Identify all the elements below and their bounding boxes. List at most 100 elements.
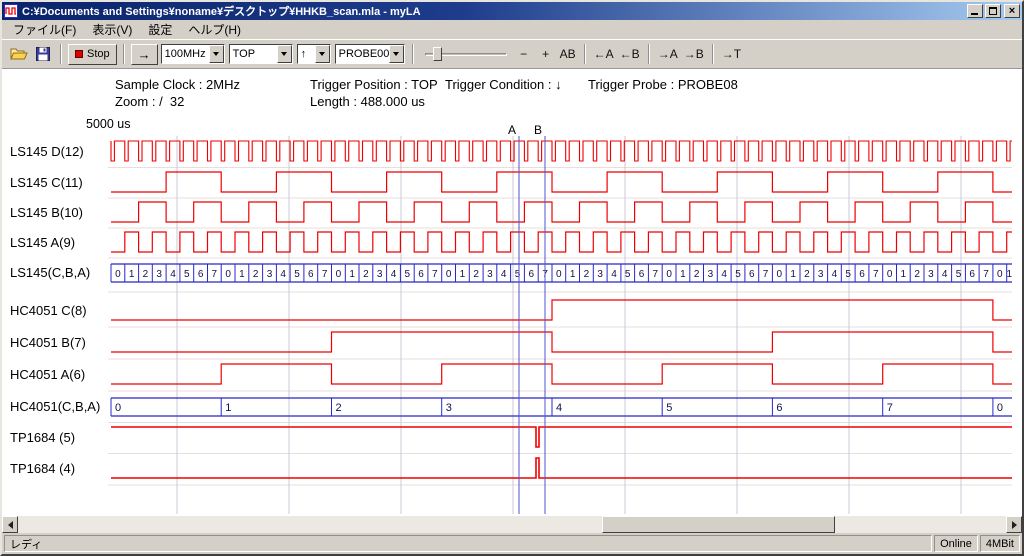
toolbar-separator	[60, 44, 62, 64]
svg-text:0: 0	[336, 269, 342, 280]
trigger-edge-select[interactable]: ↑	[297, 44, 331, 64]
svg-text:1: 1	[225, 402, 231, 414]
chevron-down-icon	[281, 52, 287, 56]
stop-label: Stop	[87, 48, 110, 60]
svg-text:0: 0	[446, 269, 452, 280]
svg-text:1: 1	[349, 269, 355, 280]
svg-text:0: 0	[997, 269, 1003, 280]
acquisition-info: Sample Clock : 2MHz Trigger Position : T…	[2, 69, 1022, 118]
svg-text:7: 7	[322, 269, 328, 280]
run-button[interactable]: →	[131, 44, 158, 65]
toolbar-separator	[412, 44, 414, 64]
svg-text:4: 4	[832, 269, 838, 280]
svg-text:1: 1	[680, 269, 686, 280]
svg-text:4: 4	[611, 269, 617, 280]
svg-text:5: 5	[735, 269, 741, 280]
status-memory: 4MBit	[980, 535, 1020, 552]
trigger-probe-select[interactable]: PROBE00	[335, 44, 405, 64]
ab-cursor-button[interactable]: AB	[557, 43, 579, 65]
svg-text:0: 0	[777, 269, 783, 280]
cursor-label-A: A	[508, 123, 516, 137]
svg-text:2: 2	[363, 269, 369, 280]
goto-trigger-button[interactable]: →T	[719, 43, 744, 65]
chevron-down-icon	[393, 52, 399, 56]
scroll-right-button[interactable]	[1006, 516, 1022, 533]
svg-text:5: 5	[956, 269, 962, 280]
dropdown-arrow-button[interactable]	[315, 45, 330, 63]
scroll-left-button[interactable]	[2, 516, 18, 533]
trigger-probe-value: PROBE00	[336, 45, 389, 63]
svg-text:6: 6	[529, 269, 535, 280]
info-sample-clock: Sample Clock : 2MHz	[115, 77, 240, 92]
info-length: Length : 488.000 us	[310, 94, 425, 109]
svg-text:7: 7	[873, 269, 879, 280]
svg-text:7: 7	[653, 269, 659, 280]
svg-text:5: 5	[625, 269, 631, 280]
scrollbar-thumb[interactable]	[602, 516, 835, 533]
trigger-position-select[interactable]: TOP	[229, 44, 293, 64]
sample-clock-select[interactable]: 100MHz	[161, 44, 225, 64]
open-folder-icon	[10, 47, 28, 61]
svg-text:4: 4	[501, 269, 507, 280]
menu-item-help[interactable]: ヘルプ(H)	[180, 19, 249, 40]
goto-a-right-button[interactable]: →A	[655, 43, 681, 65]
close-button[interactable]	[1004, 4, 1020, 18]
maximize-icon	[989, 7, 997, 15]
svg-text:2: 2	[143, 269, 149, 280]
app-window: C:¥Documents and Settings¥noname¥デスクトップ¥…	[0, 0, 1024, 556]
menu-item-settings[interactable]: 設定	[140, 19, 180, 40]
chevron-down-icon	[319, 52, 325, 56]
svg-text:5: 5	[666, 402, 672, 414]
zoom-out-button[interactable]: −	[513, 43, 535, 65]
svg-text:1: 1	[901, 269, 907, 280]
goto-b-right-button[interactable]: →B	[681, 43, 707, 65]
title-bar: C:¥Documents and Settings¥noname¥デスクトップ¥…	[2, 2, 1022, 20]
svg-text:2: 2	[336, 402, 342, 414]
goto-a-left-button[interactable]: ←A	[591, 43, 617, 65]
status-online: Online	[934, 535, 978, 552]
svg-text:3: 3	[267, 269, 273, 280]
toolbar-separator	[584, 44, 586, 64]
info-trigger-probe: Trigger Probe : PROBE08	[588, 77, 738, 92]
run-arrow-icon: →	[138, 48, 151, 61]
minimize-button[interactable]	[967, 4, 983, 18]
zoom-slider-thumb[interactable]	[433, 47, 442, 61]
time-scale-label: 5000 us	[86, 118, 130, 131]
open-file-button[interactable]	[7, 43, 31, 65]
zoom-slider[interactable]	[423, 44, 509, 64]
svg-text:6: 6	[776, 402, 782, 414]
svg-text:2: 2	[473, 269, 479, 280]
dropdown-arrow-button[interactable]	[209, 45, 224, 63]
svg-text:3: 3	[377, 269, 383, 280]
svg-text:4: 4	[556, 402, 562, 414]
svg-text:4: 4	[391, 269, 397, 280]
svg-text:3: 3	[708, 269, 714, 280]
zoom-in-button[interactable]: +	[535, 43, 557, 65]
dropdown-arrow-button[interactable]	[389, 45, 404, 63]
stop-button[interactable]: Stop	[68, 44, 117, 65]
save-file-button[interactable]	[31, 43, 55, 65]
info-zoom: Zoom : / 32	[115, 94, 184, 109]
svg-text:0: 0	[115, 269, 121, 280]
svg-text:5: 5	[294, 269, 300, 280]
svg-text:7: 7	[887, 402, 893, 414]
svg-text:0: 0	[115, 402, 121, 414]
menu-item-file[interactable]: ファイル(F)	[5, 19, 84, 40]
horizontal-scrollbar[interactable]	[2, 516, 1022, 533]
chevron-down-icon	[213, 52, 219, 56]
dropdown-arrow-button[interactable]	[277, 45, 292, 63]
save-floppy-icon	[36, 47, 50, 61]
maximize-button[interactable]	[985, 4, 1001, 18]
svg-text:1: 1	[129, 269, 135, 280]
status-bar: レディ Online 4MBit	[2, 533, 1022, 554]
svg-text:6: 6	[198, 269, 204, 280]
svg-text:0: 0	[997, 402, 1003, 414]
toolbar-separator	[123, 44, 125, 64]
info-trigger-position: Trigger Position : TOP	[310, 77, 438, 92]
svg-text:1: 1	[570, 269, 576, 280]
menu-item-view[interactable]: 表示(V)	[84, 19, 140, 40]
goto-b-left-button[interactable]: ←B	[617, 43, 643, 65]
svg-text:6: 6	[639, 269, 645, 280]
scroll-left-icon	[8, 521, 13, 529]
svg-text:7: 7	[212, 269, 218, 280]
